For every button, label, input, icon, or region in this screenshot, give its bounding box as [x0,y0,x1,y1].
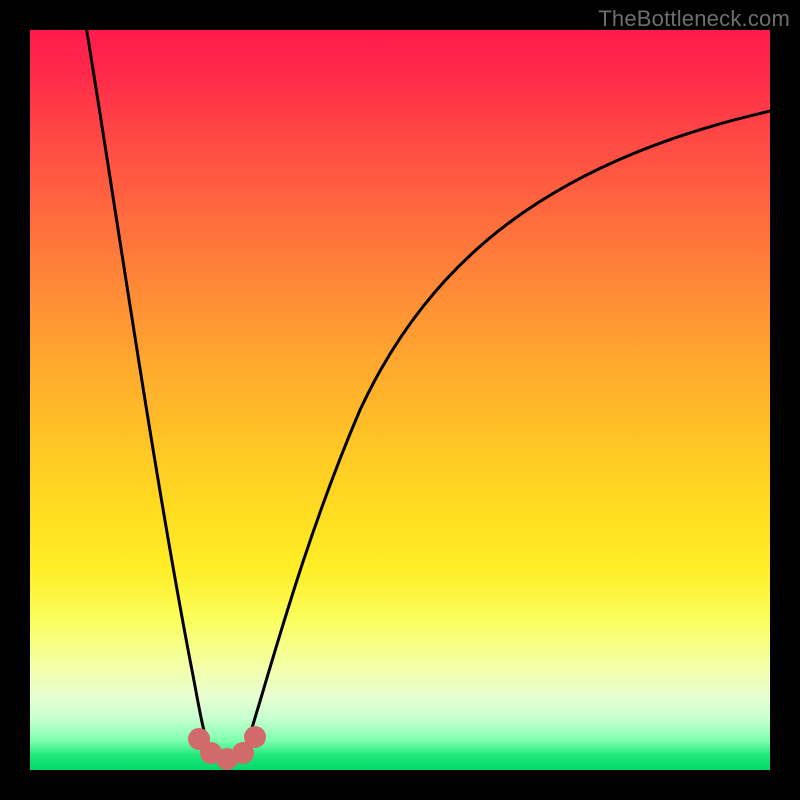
bump-marker [244,726,266,748]
curve-right-branch [245,110,770,750]
bottleneck-curve [30,30,770,770]
watermark-text: TheBottleneck.com [598,6,790,32]
curve-left-branch [85,30,210,750]
chart-plot-area [30,30,770,770]
